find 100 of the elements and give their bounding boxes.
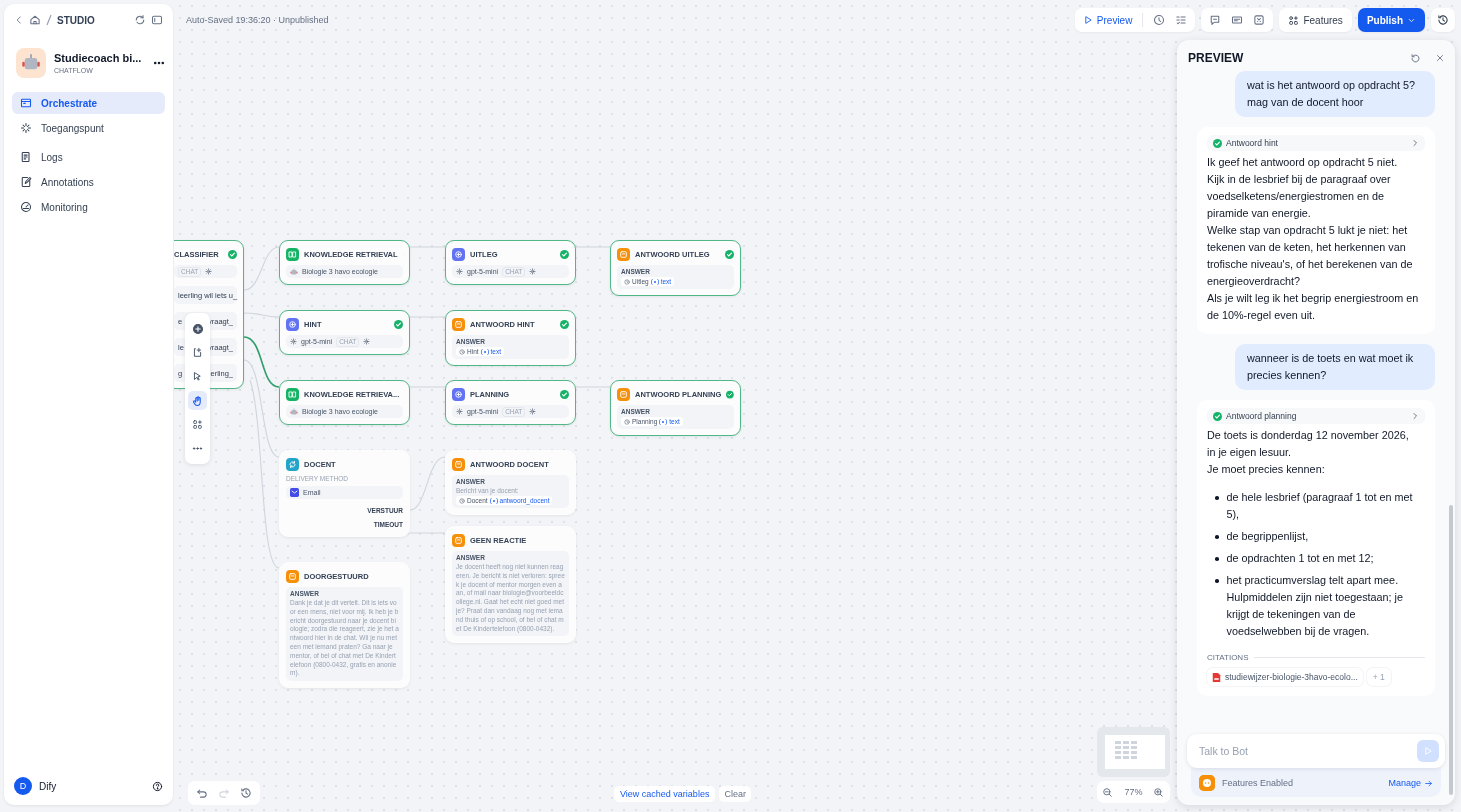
check-icon [560,389,569,399]
settings-icon [529,268,537,275]
save-status: Auto-Saved 19:36:20 · Unpublished [186,15,329,25]
bullet-icon [1215,579,1219,583]
zoom-out-icon[interactable] [1102,786,1114,798]
pdf-icon [1212,671,1221,683]
env-icon[interactable] [1231,14,1244,26]
book-icon [286,387,299,401]
chat-input[interactable]: Talk to Bot [1187,734,1445,768]
sparkle-icon [452,387,465,401]
list-item: de begrippenlijst, [1226,529,1309,544]
nav-item[interactable]: Logs [12,146,165,168]
spark-icon [20,122,32,134]
note-add-icon[interactable] [192,347,203,358]
edge-line [409,456,446,511]
arrow-icon [1424,778,1433,788]
variable-icon [650,278,659,285]
user-message: wat is het antwoord op opdracht 5? mag van de docent hoor [1235,71,1435,117]
features-status: Features Enabled [1222,778,1294,788]
message-text: Ik geef het antwoord op opdracht 5 niet. Kijk in de lesbrief bij de paragraaf over voedselketens/energiestromen en de piramide van energie. Welke stap van opdracht 5 lukt je niet: het tekenen van de keten, het herkennen van trofische niveau's, of het berekenen van de energieoverdracht? Als je wilt leg ik het begrip energiestroom en de 10%-regel even uit. [1207,155,1420,323]
pointer-icon[interactable] [192,371,203,382]
message-icon [452,457,465,471]
undo-icon[interactable] [196,787,208,799]
message-text: De toets is donderdag 12 november 2026, in je eigen lesuur. Je moet precies kennen: [1207,428,1410,477]
variable-node-icon [624,418,630,425]
list-item: de opdrachten 1 tot en met 12; [1226,551,1374,566]
layout-icon[interactable] [192,419,203,430]
message-icon [452,533,465,547]
list-item: het practicumverslag telt apart mee. Hulpmiddelen zijn niet toegestaan; je krijgt de tekeningen van de voedselwebben bij de vragen. [1226,573,1404,639]
preview-button[interactable]: Preview [1082,14,1133,26]
workflow-node[interactable] [445,526,576,644]
book-icon [286,247,299,261]
check-icon [1213,411,1222,421]
check-icon [394,319,403,329]
zoom-in-icon[interactable] [1153,786,1165,798]
note-icon [20,176,32,188]
features-button[interactable]: Features [1279,8,1352,32]
history-icon[interactable] [1153,14,1166,26]
check-icon [228,249,237,259]
clear-button[interactable]: Clear [719,786,751,802]
settings-icon [529,408,537,415]
chevron-icon [1411,412,1419,420]
workflow-step[interactable]: Antwoord planning [1207,408,1425,424]
history-icon [1437,14,1449,26]
check-icon [560,249,569,259]
nav-item[interactable]: Annotations [12,171,165,193]
breadcrumb[interactable]: STUDIO [57,14,95,26]
publish-button[interactable]: Publish [1357,8,1425,32]
edge-line [243,246,280,291]
help-icon[interactable] [152,780,163,792]
nav-item[interactable]: Toegangspunt [12,117,165,139]
list-item: de hele lesbrief (paragraaf 1 tot en met 5), [1226,490,1414,522]
model-icon [456,268,463,275]
variable-icon [480,348,489,355]
home-icon[interactable] [29,14,41,26]
settings-icon [205,268,213,275]
document-icon [20,151,32,163]
add-icon[interactable] [191,322,204,335]
check-icon [726,389,734,399]
checklist-icon[interactable] [1175,14,1188,26]
zoom-level[interactable]: 77% [1124,787,1143,797]
citations-label: CITATIONS [1207,653,1249,662]
edge-line [243,312,280,318]
workflow-step[interactable]: Antwoord hint [1207,135,1425,151]
message-icon [452,317,465,331]
sparkle-icon [452,247,465,261]
user-message: wanneer is de toets en wat moet ik precies kennen? [1235,344,1435,390]
sidebar-toggle-icon[interactable] [151,14,163,26]
chevron-icon [1411,139,1419,147]
settings-icon [363,338,371,345]
hand-icon[interactable] [191,394,204,407]
app-name: Studiecoach bi... [54,52,143,64]
robot-icon [290,407,298,416]
citation-chip[interactable]: studiewijzer-biologie-3havo-ecolo... [1207,668,1363,686]
variable-node-icon [624,278,630,285]
send-icon [1423,746,1433,756]
model-icon [290,338,297,345]
manage-link[interactable]: Manage [1388,778,1433,788]
message-icon [617,387,630,401]
user-avatar[interactable]: D [14,777,32,795]
back-icon[interactable] [14,15,24,25]
nav-item[interactable]: Monitoring [12,196,165,218]
view-cached-variables-button[interactable]: View cached variables [614,786,716,802]
workflow-node[interactable] [279,562,410,689]
switch-icon[interactable] [134,14,146,26]
chat-icon[interactable] [1209,14,1222,26]
check-icon [560,319,569,329]
message-icon [286,569,299,583]
history-icon[interactable] [240,787,252,799]
bullet-icon [1215,557,1219,561]
bullet-icon [1215,535,1219,539]
nav-item[interactable]: Orchestrate [12,92,165,114]
variable-box-icon[interactable] [1253,14,1266,26]
close-icon[interactable] [1435,53,1445,63]
mail-icon [290,488,299,497]
version-history-button[interactable] [1431,8,1455,32]
scrollbar[interactable] [1449,505,1453,795]
reset-icon[interactable] [1410,52,1421,64]
bullet-icon [1215,496,1219,500]
sparkle-icon [286,317,299,331]
